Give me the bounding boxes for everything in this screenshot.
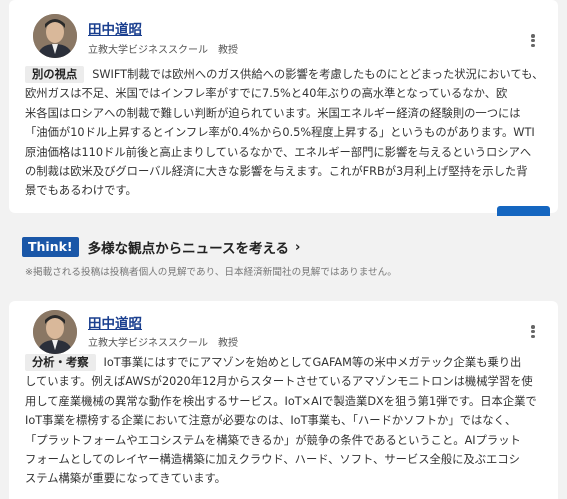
comment-body: 別の視点 SWIFT制裁では欧州へのガス供給への影響を考慮したものにとどまった状況… [25, 65, 546, 201]
think-header-link[interactable]: Think! 多様な観点からニュースを考える › [22, 236, 300, 258]
author-title: 立教大学ビジネススクール 教授 [88, 338, 238, 349]
comment-body: 分析・考察 IoT事業にはすでにアマゾンを始めとしてGAFAM等の米中メガテック企… [25, 353, 546, 489]
author-avatar[interactable] [33, 14, 77, 58]
analysis-tag: 分析・考察 [25, 354, 96, 371]
comment-card: 田中道昭 立教大学ビジネススクール 教授 別の視点 SWIFT制裁では欧州へのガス… [9, 0, 558, 213]
comment-line: 米各国はロシアへの制裁で難しい判断が迫られています。米国エネルギー経済の経験則の… [25, 106, 521, 120]
more-options-icon[interactable] [528, 324, 538, 340]
disclaimer-text: ※掲載される投稿は投稿者個人の見解であり、日本経済新聞社の見解ではありません。 [25, 267, 397, 278]
author-name-link[interactable]: 田中道昭 [88, 18, 142, 38]
author-avatar[interactable] [33, 310, 77, 354]
comment-line: 「プラットフォームやエコシステムを構築できるか」が競争の条件であるということ。A… [25, 433, 521, 447]
chevron-right-icon: › [295, 239, 301, 255]
comment-line: 「油価が10ドル上昇するとインフレ率が0.4%から0.5%程度上昇する」というも… [25, 126, 535, 140]
partial-action-button[interactable] [497, 206, 550, 216]
author-title: 立教大学ビジネススクール 教授 [88, 45, 238, 56]
comment-line: ステム構築が重要になってきています。 [25, 472, 226, 486]
comment-line: SWIFT制裁では欧州へのガス供給への影響を考慮したものにとどまった状況において… [25, 68, 544, 101]
comment-line: 用して産業機械の異常な動作を検出するサービス。IoT×AIで製造業DXを狙う第1… [25, 394, 537, 408]
comment-card: 田中道昭 立教大学ビジネススクール 教授 分析・考察 IoT事業にはすでにアマゾン… [9, 301, 558, 499]
comment-line: IoT事業にはすでにアマゾンを始めとしてGAFAM等の米中メガテック企業も乗り出 [103, 356, 522, 369]
viewpoint-tag: 別の視点 [25, 66, 85, 83]
more-options-icon[interactable] [528, 33, 538, 49]
comment-line: しています。例えばAWSが2020年12月からスタートさせているアマゾンモニトロ… [25, 375, 533, 389]
author-name-link[interactable]: 田中道昭 [88, 312, 142, 332]
comment-line: フォームとしてのレイヤー構造構築に加えクラウド、ハード、ソフト、サービス全般に及… [25, 453, 520, 467]
comment-line: 景でもあるわけです。 [25, 184, 137, 198]
think-title[interactable]: 多様な観点からニュースを考える [88, 237, 289, 257]
comment-line: 原油価格は110ドル前後と高止まりしているなかで、エネルギー部門に影響を与えると… [25, 145, 532, 159]
comment-line: の制裁は欧米及びグローバル経済に大きな影響を与えます。これがFRBが3月利上げ堅… [25, 165, 528, 179]
think-badge: Think! [22, 237, 79, 257]
comment-line: IoT事業を標榜する企業において注意が必要なのは、IoT事業も、「ハードかソフト… [25, 414, 517, 428]
